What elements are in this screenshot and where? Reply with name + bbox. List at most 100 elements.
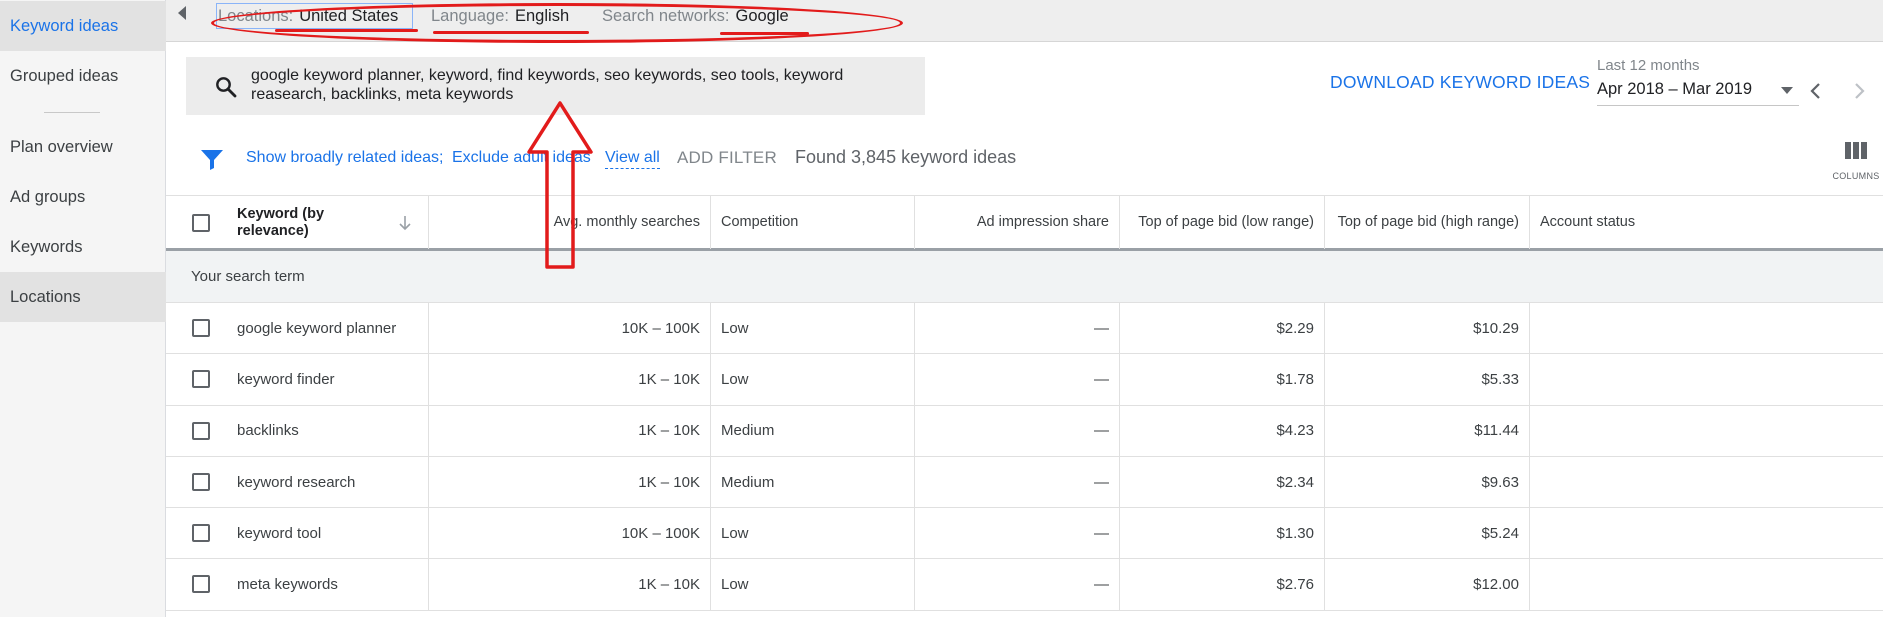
collapse-left-icon[interactable]	[178, 6, 186, 20]
header-competition[interactable]: Competition	[711, 196, 915, 249]
add-filter-button[interactable]: ADD FILTER	[677, 148, 777, 168]
bid-low-cell: $4.23	[1120, 405, 1325, 456]
search-query-text: google keyword planner, keyword, find ke…	[251, 67, 844, 103]
bid-high-cell: $5.33	[1325, 354, 1530, 405]
account-status-cell	[1530, 559, 1883, 609]
sidebar-item-locations[interactable]: Locations	[0, 272, 166, 322]
keyword-text: meta keywords	[237, 576, 338, 594]
impression-share-cell: —	[915, 456, 1120, 508]
show-broadly-related-link[interactable]: Show broadly related ideas;	[246, 149, 443, 167]
impression-share-value: —	[1094, 473, 1109, 491]
bid-high-cell: $9.63	[1325, 456, 1530, 508]
table-row[interactable]: keyword tool 10K – 100K Low — $1.30 $5.24	[166, 508, 1883, 560]
keyword-text: keyword finder	[237, 370, 335, 388]
sidebar-item-label: Locations	[10, 287, 81, 306]
header-top-bid-high[interactable]: Top of page bid (high range)	[1325, 196, 1530, 249]
row-checkbox[interactable]	[192, 319, 210, 337]
date-range-caption: Last 12 months	[1597, 57, 1700, 74]
dropdown-arrow-icon	[1781, 87, 1793, 94]
header-keyword[interactable]: Keyword (by relevance)	[237, 206, 377, 240]
language-selector[interactable]: Language: English	[431, 3, 569, 29]
search-networks-selector[interactable]: Search networks: Google	[602, 3, 789, 29]
search-networks-key: Search networks:	[602, 6, 730, 25]
competition-cell: Low	[711, 508, 915, 559]
sidebar-item-label: Ad groups	[10, 187, 86, 206]
account-status-cell	[1530, 406, 1883, 456]
competition-cell: Medium	[711, 405, 915, 456]
sidebar-item-ad-groups[interactable]: Ad groups	[0, 172, 166, 222]
locations-selector[interactable]: Locations: United States	[216, 3, 414, 29]
bid-low-value: $1.78	[1276, 370, 1314, 388]
row-checkbox[interactable]	[192, 575, 210, 594]
sidebar-item-grouped-ideas[interactable]: Grouped ideas	[0, 51, 166, 101]
sidebar-item-label: Keywords	[10, 237, 83, 256]
bid-high-value: $10.29	[1473, 319, 1519, 337]
bid-high-value: $12.00	[1473, 576, 1519, 594]
impression-share-cell: —	[915, 405, 1120, 456]
impression-share-value: —	[1094, 319, 1109, 337]
sidebar-item-plan-overview[interactable]: Plan overview	[0, 122, 166, 172]
select-all-checkbox[interactable]	[192, 214, 210, 232]
filter-icon[interactable]	[200, 148, 224, 170]
row-checkbox[interactable]	[192, 524, 210, 543]
header-ad-impression-share[interactable]: Ad impression share	[915, 196, 1120, 249]
sort-arrow-down-icon[interactable]	[397, 214, 413, 232]
bid-low-value: $2.34	[1276, 473, 1314, 491]
row-checkbox[interactable]	[192, 472, 210, 491]
table-row[interactable]: meta keywords 1K – 10K Low — $2.76 $12.00	[166, 559, 1883, 611]
account-status-cell	[1530, 303, 1883, 353]
avg-searches-value: 10K – 100K	[621, 319, 700, 337]
sidebar-item-label: Keyword ideas	[10, 16, 119, 35]
competition-value: Medium	[721, 422, 775, 440]
row-checkbox[interactable]	[192, 421, 210, 440]
date-range-value: Apr 2018 – Mar 2019	[1597, 80, 1753, 98]
header-account-status[interactable]: Account status	[1530, 196, 1883, 249]
table-row[interactable]: backlinks 1K – 10K Medium — $4.23 $11.44	[166, 405, 1883, 457]
competition-cell: Low	[711, 559, 915, 610]
avg-searches-cell: 1K – 10K	[429, 405, 711, 456]
download-keyword-ideas-button[interactable]: DOWNLOAD KEYWORD IDEAS	[1330, 72, 1590, 93]
impression-share-value: —	[1094, 576, 1109, 594]
header-top-bid-low[interactable]: Top of page bid (low range)	[1120, 196, 1325, 249]
keyword-search-input[interactable]: google keyword planner, keyword, find ke…	[186, 57, 925, 115]
keyword-ideas-table: Keyword (by relevance) Avg. monthly sear…	[166, 195, 1883, 611]
keyword-cell: backlinks	[166, 405, 429, 456]
competition-value: Low	[721, 576, 749, 594]
chevron-left-icon[interactable]	[1805, 80, 1827, 102]
found-count-text: Found 3,845 keyword ideas	[795, 147, 1017, 167]
language-key: Language:	[431, 6, 509, 25]
avg-searches-value: 10K – 100K	[621, 524, 700, 542]
bid-high-cell: $5.24	[1325, 508, 1530, 559]
annotation-underline-locations	[275, 29, 418, 32]
bid-high-value: $9.63	[1481, 473, 1519, 491]
competition-value: Low	[721, 319, 749, 337]
view-all-link[interactable]: View all	[605, 149, 660, 169]
table-row[interactable]: keyword finder 1K – 10K Low — $1.78 $5.33	[166, 354, 1883, 406]
annotation-underline-networks	[720, 32, 809, 35]
chevron-right-icon[interactable]	[1848, 80, 1870, 102]
nav-divider	[44, 112, 100, 113]
sidebar-item-label: Grouped ideas	[10, 66, 119, 85]
date-range-select[interactable]: Apr 2018 – Mar 2019	[1597, 80, 1799, 106]
avg-searches-cell: 1K – 10K	[429, 559, 711, 610]
header-keyword-cell[interactable]: Keyword (by relevance)	[166, 196, 429, 249]
columns-button[interactable]: COLUMNS	[1832, 140, 1880, 184]
sidebar-item-keywords[interactable]: Keywords	[0, 222, 166, 272]
columns-label: COLUMNS	[1832, 171, 1880, 181]
keyword-text: google keyword planner	[237, 319, 397, 337]
row-checkbox[interactable]	[192, 370, 210, 389]
table-row[interactable]: keyword research 1K – 10K Medium — $2.34 $9.6…	[166, 456, 1883, 509]
header-avg-monthly-searches[interactable]: Avg. monthly searches	[429, 196, 711, 249]
table-row[interactable]: google keyword planner 10K – 100K Low — $2.2…	[166, 303, 1883, 355]
keyword-text: backlinks	[237, 422, 299, 440]
impression-share-cell: —	[915, 559, 1120, 610]
section-label: Your search term	[191, 268, 305, 285]
sidebar-item-keyword-ideas[interactable]: Keyword ideas	[0, 1, 166, 51]
search-networks-value: Google	[735, 6, 789, 25]
bid-high-cell: $10.29	[1325, 303, 1530, 354]
exclude-adult-ideas-link[interactable]: Exclude adult ideas	[452, 149, 591, 167]
locations-value: United States	[299, 6, 399, 25]
sidebar-item-label: Plan overview	[10, 137, 113, 156]
avg-searches-cell: 10K – 100K	[429, 508, 711, 559]
impression-share-cell: —	[915, 508, 1120, 559]
